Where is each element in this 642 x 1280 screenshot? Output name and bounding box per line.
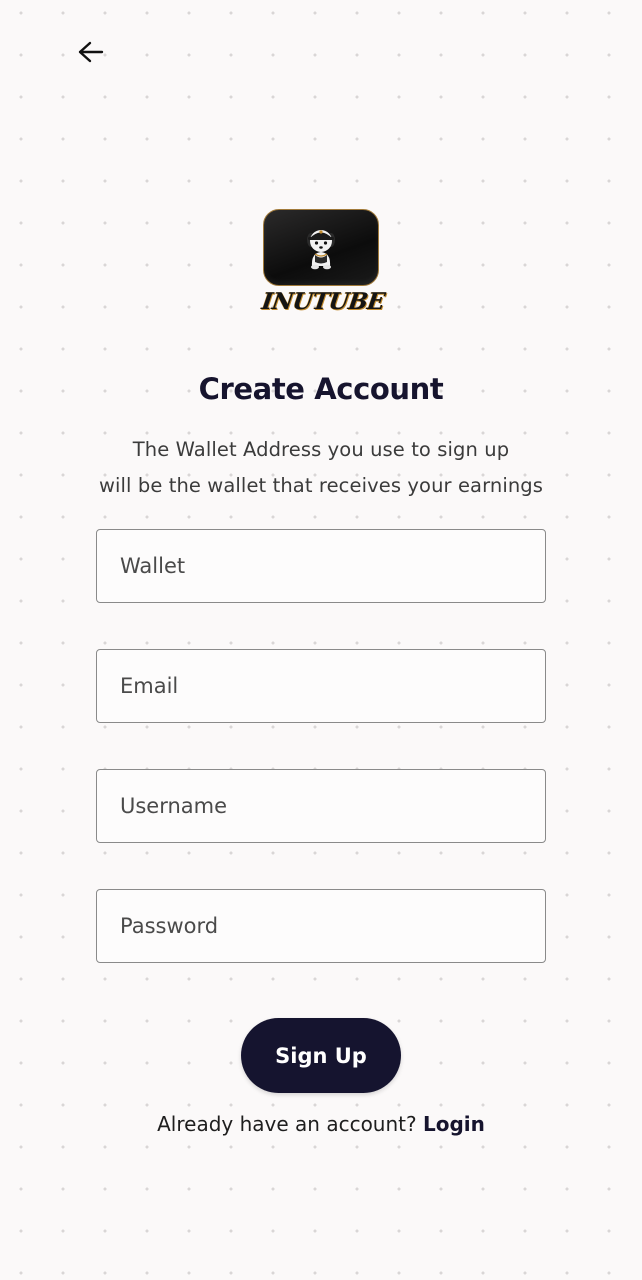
login-prompt-text: Already have an account? [157, 1112, 417, 1136]
subtitle-line-2: will be the wallet that receives your ea… [98, 474, 544, 497]
login-prompt: Already have an account? Login [0, 1112, 642, 1136]
logo-wordmark: INUTUBE [260, 288, 387, 315]
arrow-left-icon [78, 41, 104, 63]
sign-up-button[interactable]: Sign Up [241, 1018, 401, 1093]
logo-badge [263, 209, 379, 286]
wallet-input[interactable] [120, 554, 545, 578]
subtitle-line-1: The Wallet Address you use to sign up [132, 438, 510, 461]
username-field[interactable] [96, 769, 546, 843]
back-button[interactable] [70, 34, 110, 70]
password-field[interactable] [96, 889, 546, 963]
email-input[interactable] [120, 674, 545, 698]
dog-mascot-icon [307, 230, 335, 270]
email-field[interactable] [96, 649, 546, 723]
password-input[interactable] [120, 914, 545, 938]
wallet-field[interactable] [96, 529, 546, 603]
app-logo: INUTUBE [260, 208, 387, 323]
page-title: Create Account [198, 372, 444, 406]
username-input[interactable] [120, 794, 545, 818]
page-subtitle: The Wallet Address you use to sign up wi… [0, 432, 642, 504]
login-link[interactable]: Login [423, 1112, 485, 1136]
